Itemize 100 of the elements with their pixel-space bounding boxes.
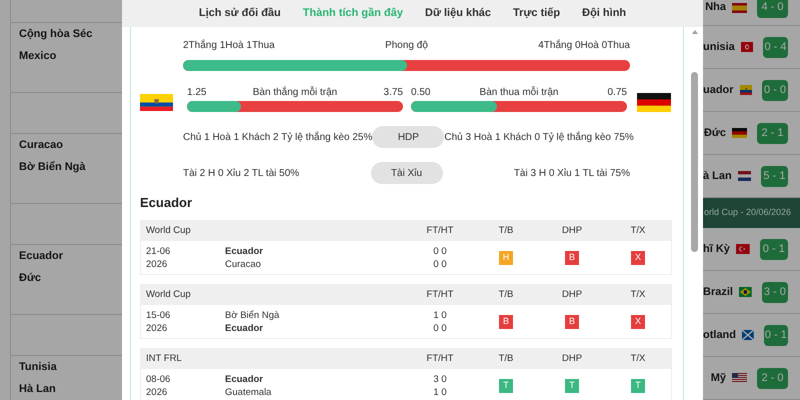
team-name: Ecuador bbox=[225, 322, 264, 334]
result-badge: X bbox=[631, 250, 645, 264]
team-name: Mỹ bbox=[710, 370, 726, 386]
team-name: Đức bbox=[704, 126, 726, 141]
stat-label: Bàn thắng mỗi trận bbox=[252, 85, 338, 100]
odds-summary: Tài 3 H 0 Xỉu 1 TL tài 75% bbox=[512, 166, 630, 180]
column-header: T/B bbox=[498, 288, 514, 302]
match-date: 08-06 bbox=[146, 372, 172, 386]
column-header: FT/HT bbox=[426, 224, 454, 238]
stat-value: 1.25 bbox=[187, 86, 206, 100]
team-name: Curacao bbox=[225, 258, 262, 270]
column-header: DHP bbox=[560, 224, 584, 238]
column-header: FT/HT bbox=[426, 288, 454, 302]
score-badge: 5 - 1 bbox=[760, 166, 788, 186]
section-title: Ecuador bbox=[140, 195, 194, 211]
odds-summary: Tài 2 H 0 Xỉu 2 TL tài 50% bbox=[183, 166, 300, 180]
match-year: 2026 bbox=[146, 258, 168, 270]
stat-value: 0.50 bbox=[411, 86, 430, 100]
scrollbar-thumb[interactable] bbox=[691, 72, 698, 252]
flag-icon bbox=[736, 244, 750, 254]
result-badge: T bbox=[631, 378, 645, 392]
result-badge: B bbox=[499, 314, 513, 328]
column-header: T/B bbox=[498, 224, 514, 238]
flag-icon bbox=[732, 2, 747, 12]
score-badge: 0 - 1 bbox=[764, 324, 788, 346]
flag-icon bbox=[738, 287, 752, 297]
score-badge: 4 - 0 bbox=[757, 0, 788, 18]
match-date: 21-06 bbox=[146, 244, 172, 258]
column-header: T/B bbox=[498, 352, 514, 366]
scroll-up-arrow[interactable] bbox=[692, 30, 698, 34]
score-badge: 2 - 1 bbox=[757, 122, 788, 144]
flag-icon bbox=[740, 42, 753, 52]
result-badge: B bbox=[565, 314, 579, 328]
odds-summary: Chủ 3 Hoà 1 Khách 0 Tỷ lệ thắng kèo 75% bbox=[444, 130, 634, 144]
form-record: 2Thắng 1Hoà 1Thua bbox=[183, 38, 275, 52]
odds-button[interactable]: HDP bbox=[372, 126, 444, 148]
team-name: Ecuador bbox=[225, 244, 264, 258]
column-header: T/X bbox=[630, 224, 646, 238]
team-name: Tunisia bbox=[19, 360, 58, 375]
result-badge: H bbox=[499, 250, 513, 264]
score: 0 0 bbox=[433, 258, 447, 270]
stat-label: Bàn thua mỗi trận bbox=[480, 85, 558, 100]
score: 1 0 bbox=[433, 308, 447, 322]
flag-icon bbox=[732, 373, 747, 383]
competition-name: INT FRL bbox=[145, 352, 183, 366]
score: 3 0 bbox=[433, 372, 447, 386]
team-name: Nha bbox=[705, 0, 726, 16]
odds-button[interactable]: Tài Xỉu bbox=[370, 162, 442, 184]
team-name: Ecuador bbox=[225, 372, 264, 386]
match-year: 2026 bbox=[146, 322, 168, 334]
section-title: orld Cup - 20/06/2026 bbox=[704, 206, 792, 220]
tab[interactable]: Trực tiếp bbox=[513, 5, 560, 22]
flag-icon bbox=[140, 94, 173, 111]
team-name: otland bbox=[703, 328, 736, 343]
team-name: Ecuador bbox=[19, 249, 64, 264]
tab[interactable]: Đội hình bbox=[582, 5, 626, 22]
score: 1 0 bbox=[433, 386, 447, 398]
team-name: unisia bbox=[703, 40, 735, 55]
column-header: T/X bbox=[630, 352, 646, 366]
column-header: T/X bbox=[630, 288, 646, 302]
team-name: Guatemala bbox=[225, 386, 272, 398]
column-header: DHP bbox=[560, 288, 584, 302]
score-badge: 2 - 0 bbox=[757, 368, 788, 388]
flag-icon bbox=[742, 330, 754, 340]
flag-icon bbox=[740, 85, 752, 95]
result-badge: T bbox=[565, 378, 579, 392]
tab[interactable]: Dữ liệu khác bbox=[425, 5, 492, 22]
team-name: Mexico bbox=[19, 49, 58, 64]
column-header: DHP bbox=[560, 352, 584, 366]
column-header: FT/HT bbox=[426, 352, 454, 366]
team-name: hĩ Kỳ bbox=[703, 242, 730, 257]
team-name: Bờ Biển Ngà bbox=[19, 160, 86, 175]
score-badge: 3 - 0 bbox=[762, 282, 788, 302]
team-name: Curacao bbox=[19, 138, 64, 153]
result-badge: T bbox=[499, 378, 513, 392]
stat-value: 3.75 bbox=[384, 86, 403, 100]
team-name: Bờ Biển Ngà bbox=[225, 308, 280, 322]
tab[interactable]: Lịch sử đối đầu bbox=[198, 5, 281, 22]
team-name: à Lan bbox=[703, 168, 732, 184]
score-badge: 0 - 0 bbox=[762, 80, 788, 100]
flag-icon bbox=[637, 93, 671, 112]
form-label: Phong độ bbox=[385, 38, 428, 52]
match-year: 2026 bbox=[146, 386, 168, 398]
stat-value: 0.75 bbox=[608, 86, 627, 100]
match-date: 15-06 bbox=[146, 308, 172, 322]
team-name: Hà Lan bbox=[19, 382, 57, 397]
score: 0 0 bbox=[433, 322, 447, 334]
team-name: Đức bbox=[19, 271, 42, 286]
team-name: Cộng hòa Séc bbox=[19, 27, 94, 42]
score-badge: 0 - 1 bbox=[760, 238, 788, 260]
score-badge: 0 - 4 bbox=[762, 36, 788, 58]
flag-icon bbox=[738, 171, 751, 181]
result-badge: X bbox=[631, 314, 645, 328]
score: 0 0 bbox=[433, 244, 447, 258]
team-name: uador bbox=[703, 82, 734, 98]
competition-name: World Cup bbox=[145, 224, 192, 238]
competition-name: World Cup bbox=[145, 288, 192, 302]
result-badge: B bbox=[565, 250, 579, 264]
flag-icon bbox=[732, 128, 747, 138]
team-name: Brazil bbox=[703, 284, 733, 300]
